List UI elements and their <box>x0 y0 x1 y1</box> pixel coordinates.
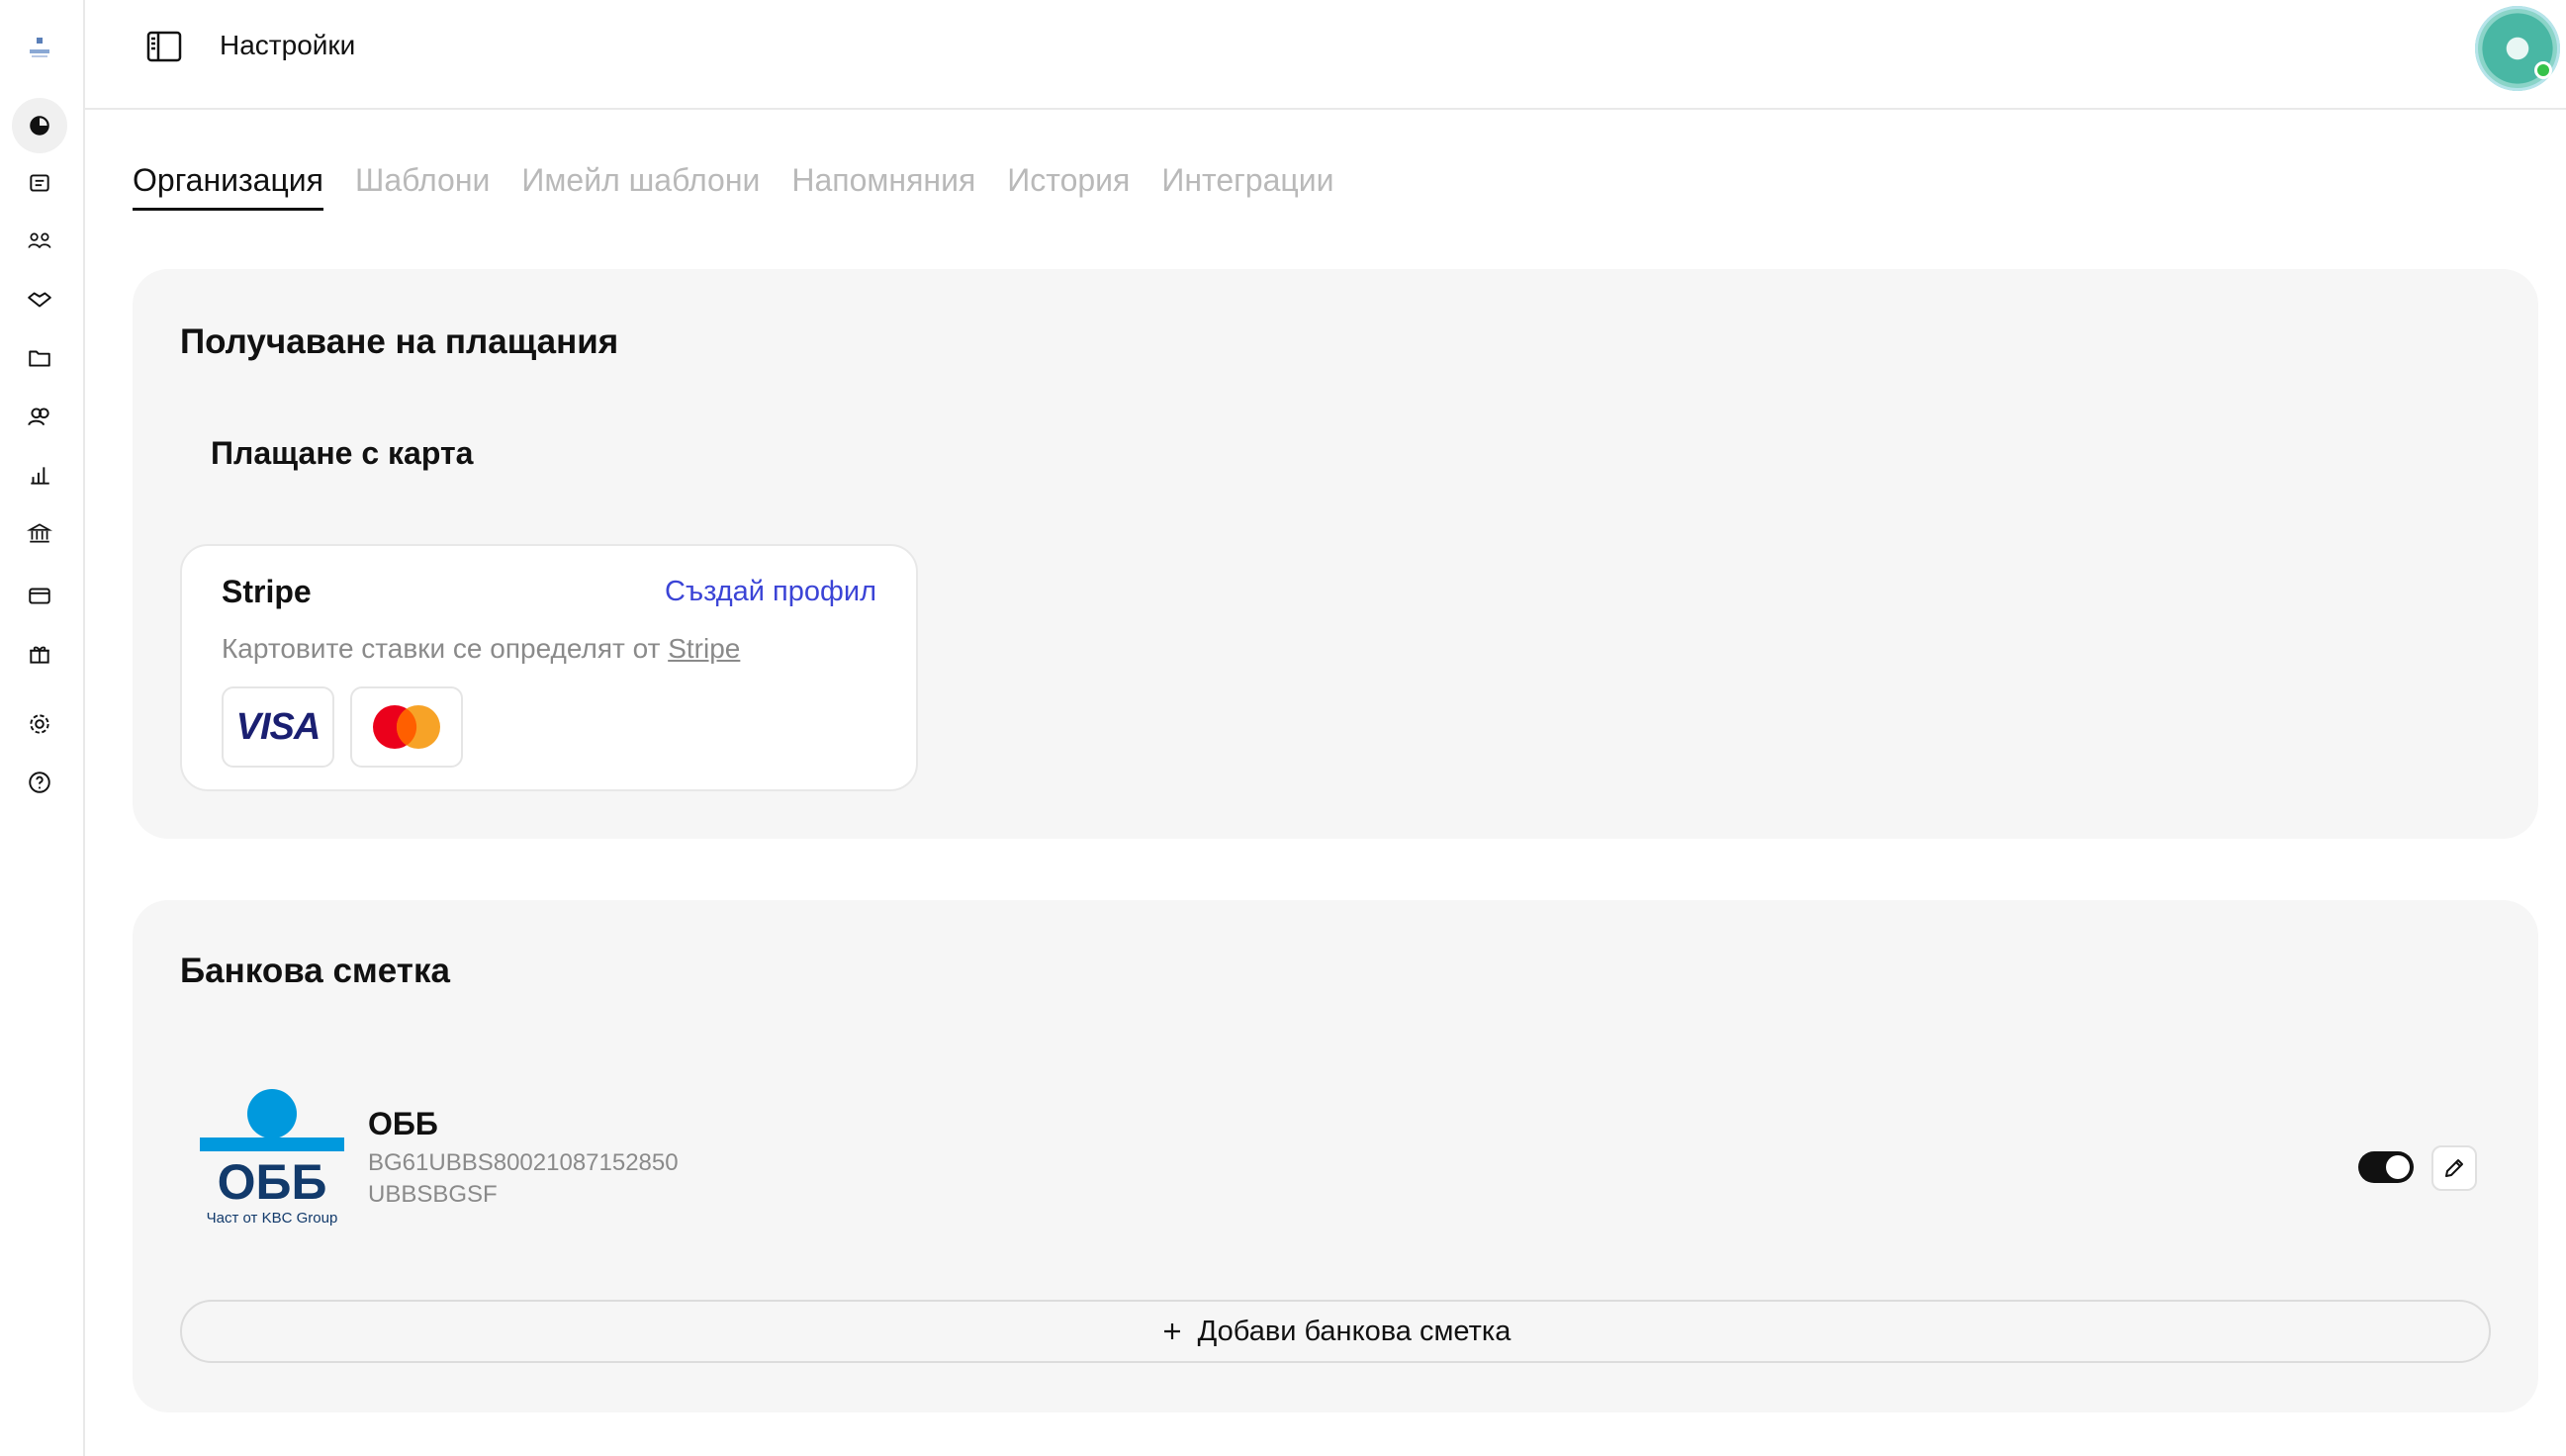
wallet-icon <box>29 588 50 604</box>
create-profile-link[interactable]: Създай профил <box>665 576 876 608</box>
bank-logo-subtext: Част от KBC Group <box>207 1210 338 1227</box>
sidebar-item-reports[interactable] <box>12 447 67 502</box>
bank-name: ОББ <box>368 1106 438 1141</box>
invoice-icon <box>30 174 49 192</box>
stripe-provider-box: Stripe Създай профил Картовите ставки се… <box>180 544 918 791</box>
pencil-icon <box>2445 1159 2463 1177</box>
sidebar-item-invoices[interactable] <box>12 155 67 211</box>
visa-logo: VISA <box>222 686 334 768</box>
users-icon <box>28 408 49 426</box>
help-icon <box>29 772 50 793</box>
sidebar-item-gifts[interactable] <box>12 626 67 682</box>
app-logo[interactable] <box>26 36 53 63</box>
tab-templates[interactable]: Шаблони <box>355 158 490 211</box>
payments-card: Получаване на плащания Плащане с карта S… <box>133 269 2538 839</box>
edit-bank-button[interactable] <box>2431 1145 2477 1191</box>
bank-section-title: Банкова сметка <box>180 952 450 990</box>
provider-description-text: Картовите ставки се определят от <box>222 633 661 664</box>
bar-chart-icon <box>31 467 49 485</box>
sidebar-item-team[interactable] <box>12 389 67 444</box>
page-title: Настройки <box>220 30 356 60</box>
sidebar-toggle-icon[interactable] <box>146 31 182 62</box>
ubb-bank-logo: ОББ Част от KBC Group <box>200 1089 344 1227</box>
card-payment-title: Плащане с карта <box>211 435 474 471</box>
bank-account-card: Банкова сметка ОББ Част от KBC Group ОББ… <box>133 900 2538 1412</box>
bank-account-row: ОББ Част от KBC Group ОББ BG61UBBS800210… <box>180 1088 2491 1236</box>
add-bank-account-button[interactable]: Добави банкова сметка <box>180 1300 2491 1363</box>
sidebar-item-clients[interactable] <box>12 214 67 269</box>
mastercard-circles-icon <box>373 705 440 749</box>
tab-organization[interactable]: Организация <box>133 158 323 211</box>
mastercard-logo <box>350 686 463 768</box>
provider-description: Картовите ставки се определят от Stripe <box>222 633 740 665</box>
sidebar <box>0 0 85 1456</box>
handshake-icon <box>28 292 51 308</box>
sidebar-item-dashboard[interactable] <box>12 98 67 153</box>
tab-reminders[interactable]: Напомняния <box>791 158 975 211</box>
payments-section-title: Получаване на плащания <box>180 322 619 361</box>
stripe-link[interactable]: Stripe <box>668 633 740 664</box>
gear-icon <box>30 714 49 734</box>
folder-icon <box>29 350 50 367</box>
bank-iban: BG61UBBS80021087152850 <box>368 1149 679 1176</box>
bank-bic: UBBSBGSF <box>368 1181 498 1208</box>
clients-icon <box>28 232 51 249</box>
sidebar-item-settings[interactable] <box>12 696 67 752</box>
sidebar-item-deals[interactable] <box>12 272 67 327</box>
avatar[interactable] <box>2475 6 2560 91</box>
visa-logo-text: VISA <box>235 705 321 748</box>
gift-icon <box>30 646 49 664</box>
tab-history[interactable]: История <box>1007 158 1130 211</box>
provider-name: Stripe <box>222 574 312 609</box>
settings-tabs: Организация Шаблони Имейл шаблони Напомн… <box>133 158 1333 211</box>
sidebar-item-wallet[interactable] <box>12 568 67 623</box>
pie-chart-icon <box>30 116 49 136</box>
online-status-dot <box>2534 61 2552 79</box>
bank-logo-text: ОББ <box>218 1154 327 1210</box>
tab-email-templates[interactable]: Имейл шаблони <box>521 158 760 211</box>
tab-integrations[interactable]: Интеграции <box>1161 158 1333 211</box>
plus-icon <box>1163 1323 1180 1339</box>
sidebar-item-bank[interactable] <box>12 505 67 561</box>
add-bank-account-label: Добави банкова сметка <box>1197 1315 1512 1347</box>
sidebar-item-files[interactable] <box>12 330 67 386</box>
bank-icon <box>27 523 52 543</box>
sidebar-item-help[interactable] <box>12 755 67 810</box>
bank-enabled-toggle[interactable] <box>2358 1151 2414 1183</box>
top-header: Настройки <box>85 0 2566 110</box>
